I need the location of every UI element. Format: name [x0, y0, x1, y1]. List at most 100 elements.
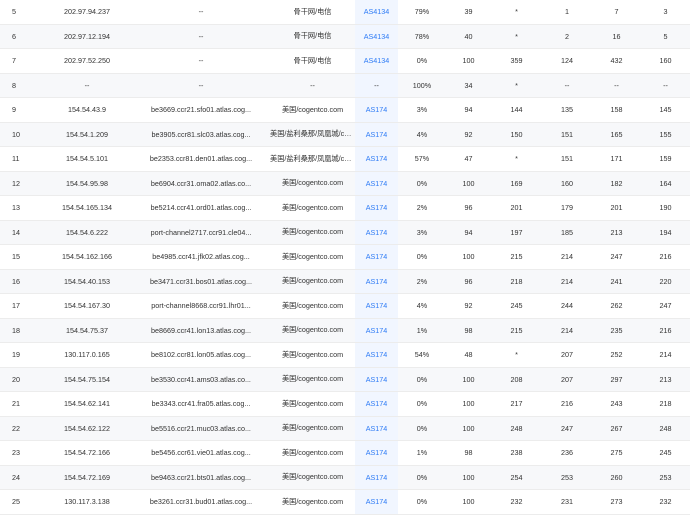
last-latency-cell: 245 [491, 293, 542, 319]
hop-number-cell: 6 [0, 24, 42, 49]
ip-address-cell: 202.97.12.194 [42, 24, 132, 49]
as-link[interactable]: AS174 [366, 375, 388, 384]
worst-latency-cell: 159 [641, 146, 690, 172]
loss-rate-cell: 0% [398, 244, 446, 270]
loss-rate-cell: 4% [398, 293, 446, 319]
ip-address-cell: 154.54.167.30 [42, 293, 132, 319]
table-row: 7 202.97.52.250 -- 骨干网/电信 AS4134 0% 100 359 124 4… [0, 48, 690, 74]
location-cell: 美国/cogentco.com [270, 318, 355, 343]
as-link[interactable]: AS174 [366, 130, 388, 139]
table-row: 18 154.54.75.37 be8669.ccr41.lon13.atlas.c… [0, 318, 690, 343]
hostname-cell: be4985.ccr41.jfk02.atlas.cog... [132, 244, 270, 270]
as-link[interactable]: AS174 [366, 301, 388, 310]
as-number-cell: AS174 [355, 220, 398, 245]
best-latency-cell: 207 [542, 367, 592, 392]
as-link[interactable]: AS4134 [364, 7, 390, 16]
hop-number-cell: 22 [0, 416, 42, 441]
last-latency-cell: 150 [491, 122, 542, 147]
location-cell: -- [270, 73, 355, 98]
sent-count-cell: 100 [446, 416, 491, 441]
as-number-cell: AS174 [355, 146, 398, 172]
table-row: 9 154.54.43.9 be3669.ccr21.sfo01.atlas.cog… [0, 97, 690, 123]
sent-count-cell: 40 [446, 24, 491, 49]
ip-address-cell: 130.117.3.138 [42, 489, 132, 515]
hop-number-cell: 14 [0, 220, 42, 245]
as-link[interactable]: AS174 [366, 105, 388, 114]
table-row: 23 154.54.72.166 be5456.ccr61.vie01.atlas.… [0, 440, 690, 466]
ip-address-cell: 154.54.162.166 [42, 244, 132, 270]
hop-number-cell: 5 [0, 0, 42, 25]
table-row: 11 154.54.5.101 be2353.ccr81.den01.atlas.c… [0, 146, 690, 172]
as-link[interactable]: AS174 [366, 399, 388, 408]
last-latency-cell: 232 [491, 489, 542, 515]
loss-rate-cell: 78% [398, 24, 446, 49]
hop-number-cell: 25 [0, 489, 42, 515]
avg-latency-cell: 201 [592, 195, 641, 221]
hostname-cell: be8669.ccr41.lon13.atlas.cog... [132, 318, 270, 343]
best-latency-cell: 151 [542, 146, 592, 172]
best-latency-cell: 207 [542, 342, 592, 368]
location-cell: 美国/cogentco.com [270, 195, 355, 221]
as-link[interactable]: AS174 [366, 252, 388, 261]
as-number-cell: AS174 [355, 318, 398, 343]
table-row: 16 154.54.40.153 be3471.ccr31.bos01.atlas.… [0, 269, 690, 294]
location-cell: 骨干网/电信 [270, 48, 355, 74]
last-latency-cell: * [491, 146, 542, 172]
as-number-cell: AS174 [355, 97, 398, 123]
hostname-cell: be8102.ccr81.lon05.atlas.cog... [132, 342, 270, 368]
as-link[interactable]: AS174 [366, 203, 388, 212]
as-link[interactable]: AS174 [366, 154, 388, 163]
location-cell: 美国/cogentco.com [270, 97, 355, 123]
as-link[interactable]: AS4134 [364, 32, 390, 41]
as-number-cell: AS174 [355, 293, 398, 319]
hostname-cell: be3905.ccr81.slc03.atlas.cog... [132, 122, 270, 147]
last-latency-cell: 197 [491, 220, 542, 245]
as-link[interactable]: AS4134 [364, 56, 390, 65]
as-link[interactable]: AS174 [366, 497, 388, 506]
sent-count-cell: 39 [446, 0, 491, 25]
avg-latency-cell: 267 [592, 416, 641, 441]
location-cell: 美国/cogentco.com [270, 293, 355, 319]
ip-address-cell: 202.97.94.237 [42, 0, 132, 25]
hop-number-cell: 10 [0, 122, 42, 147]
location-cell: 美国/cogentco.com [270, 416, 355, 441]
as-number-cell: AS174 [355, 465, 398, 490]
worst-latency-cell: 164 [641, 171, 690, 196]
as-link[interactable]: AS174 [366, 350, 388, 359]
loss-rate-cell: 79% [398, 0, 446, 25]
as-link[interactable]: AS174 [366, 448, 388, 457]
table-row: 17 154.54.167.30 port-channel8668.ccr91.lh… [0, 293, 690, 319]
avg-latency-cell: 260 [592, 465, 641, 490]
best-latency-cell: 236 [542, 440, 592, 466]
best-latency-cell: 124 [542, 48, 592, 74]
best-latency-cell: 253 [542, 465, 592, 490]
loss-rate-cell: 3% [398, 220, 446, 245]
sent-count-cell: 100 [446, 465, 491, 490]
worst-latency-cell: 245 [641, 440, 690, 466]
ip-address-cell: 154.54.62.141 [42, 391, 132, 417]
as-link[interactable]: AS174 [366, 473, 388, 482]
as-link[interactable]: AS174 [366, 277, 388, 286]
best-latency-cell: 231 [542, 489, 592, 515]
loss-rate-cell: 57% [398, 146, 446, 172]
best-latency-cell: 247 [542, 416, 592, 441]
best-latency-cell: 2 [542, 24, 592, 49]
last-latency-cell: 254 [491, 465, 542, 490]
as-link[interactable]: AS174 [366, 326, 388, 335]
table-row: 10 154.54.1.209 be3905.ccr81.slc03.atlas.c… [0, 122, 690, 147]
as-number-cell: AS174 [355, 391, 398, 417]
as-number-cell: AS4134 [355, 0, 398, 25]
as-link[interactable]: AS174 [366, 179, 388, 188]
location-cell: 美国/cogentco.com [270, 244, 355, 270]
as-link[interactable]: AS174 [366, 228, 388, 237]
as-link[interactable]: AS174 [366, 424, 388, 433]
hostname-cell: be2353.ccr81.den01.atlas.cog... [132, 146, 270, 172]
last-latency-cell: * [491, 73, 542, 98]
sent-count-cell: 94 [446, 220, 491, 245]
loss-rate-cell: 2% [398, 195, 446, 221]
sent-count-cell: 47 [446, 146, 491, 172]
sent-count-cell: 94 [446, 97, 491, 123]
best-latency-cell: 151 [542, 122, 592, 147]
worst-latency-cell: -- [641, 73, 690, 98]
last-latency-cell: * [491, 24, 542, 49]
